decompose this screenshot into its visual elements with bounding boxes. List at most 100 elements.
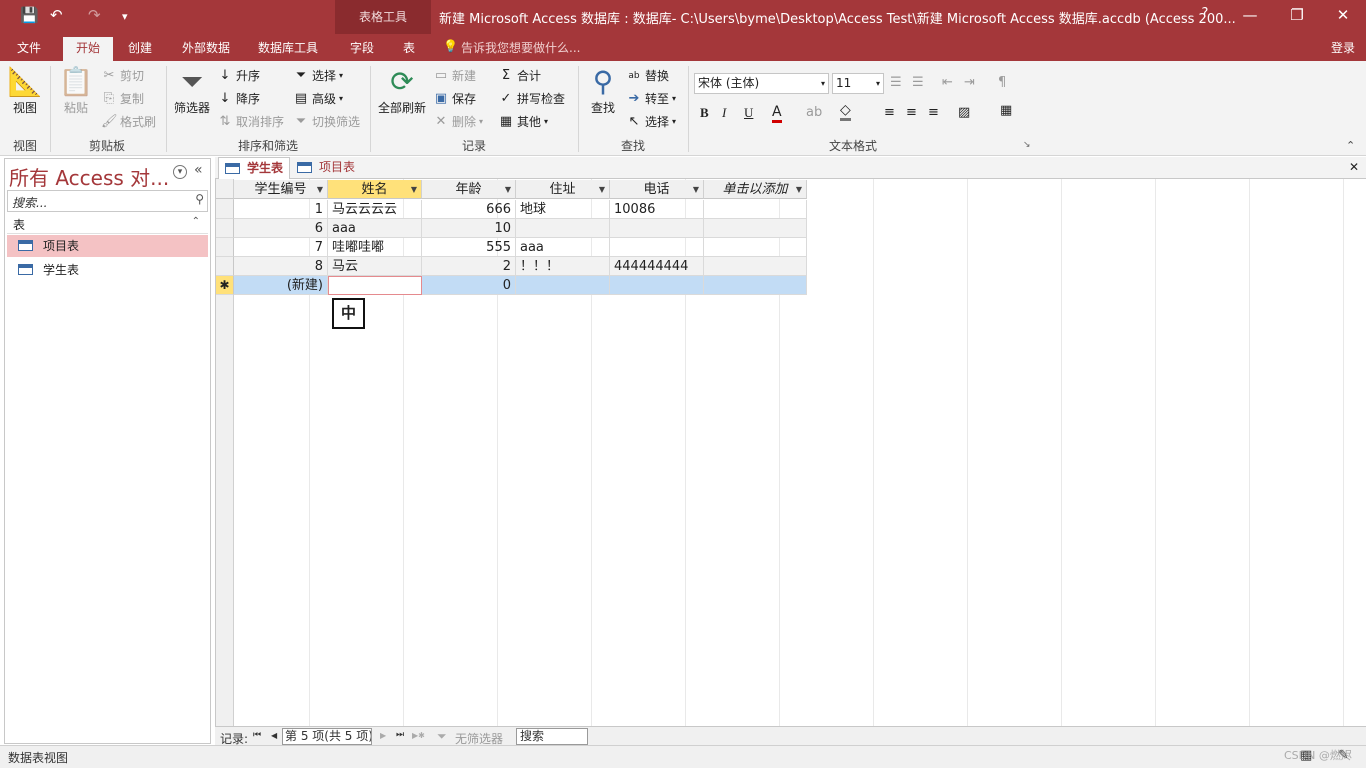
delete-record-button[interactable]: ✕ 删除 ▾: [433, 113, 483, 130]
search-icon[interactable]: ⚲: [195, 192, 204, 206]
column-header-click-to-add[interactable]: 单击以添加 ▼: [704, 180, 807, 199]
doc-tab-student[interactable]: 学生表: [218, 157, 290, 179]
tab-fields[interactable]: 字段: [350, 39, 374, 56]
minimize-button[interactable]: —: [1240, 6, 1260, 24]
save-icon[interactable]: 💾: [20, 6, 39, 24]
chevron-down-icon[interactable]: ▼: [411, 180, 417, 199]
find-button[interactable]: ⚲ 查找: [586, 65, 620, 116]
bold-button[interactable]: B: [700, 105, 709, 121]
rtl-icon[interactable]: ¶: [998, 75, 1006, 90]
selection-filter-button[interactable]: ⏷ 选择 ▾: [293, 67, 343, 84]
nav-pane-title[interactable]: 所有 Access 对...: [9, 162, 169, 191]
goto-button[interactable]: ➔ 转至 ▾: [626, 90, 676, 107]
bullets-icon[interactable]: ☰: [890, 75, 902, 90]
clear-sort-button[interactable]: ⇅ 取消排序: [217, 113, 284, 130]
font-name-select[interactable]: 宋体 (主体) ▾: [694, 73, 829, 94]
new-record-address-cell[interactable]: [516, 276, 610, 295]
table-cell[interactable]: 6: [234, 219, 328, 238]
table-cell[interactable]: 马云: [328, 257, 422, 276]
new-record-phone-cell[interactable]: [610, 276, 704, 295]
align-center-icon[interactable]: ≡: [906, 105, 917, 120]
decrease-indent-icon[interactable]: ⇤: [942, 75, 953, 90]
record-selector[interactable]: [216, 219, 234, 238]
table-cell[interactable]: [610, 219, 704, 238]
new-record-age-cell[interactable]: 0: [422, 276, 516, 295]
next-record-icon[interactable]: ▶: [380, 731, 386, 740]
undo-icon[interactable]: ↶: [50, 6, 63, 24]
column-header-age[interactable]: 年龄 ▼: [422, 180, 516, 199]
chevron-down-icon[interactable]: ▼: [505, 180, 511, 199]
advanced-filter-button[interactable]: ▤ 高级 ▾: [293, 90, 343, 107]
font-color-icon[interactable]: A: [772, 105, 782, 123]
fill-color-icon[interactable]: ◇: [840, 103, 851, 121]
close-document-icon[interactable]: ✕: [1349, 160, 1359, 174]
table-cell[interactable]: 马云云云云: [328, 200, 422, 219]
record-search-input[interactable]: 搜索: [516, 728, 588, 745]
table-cell[interactable]: [704, 200, 807, 219]
nav-menu-dropdown-icon[interactable]: ▾: [173, 165, 187, 179]
table-cell[interactable]: 555: [422, 238, 516, 257]
new-record-name-input[interactable]: [328, 276, 422, 295]
tab-file[interactable]: 文件: [17, 39, 41, 56]
italic-button[interactable]: I: [722, 105, 726, 121]
record-selector[interactable]: [216, 257, 234, 276]
nav-item-student-table[interactable]: 学生表: [7, 259, 208, 281]
current-record-box[interactable]: 第 5 项(共 5 项): [282, 728, 372, 745]
more-button[interactable]: ▦ 其他 ▾: [498, 113, 548, 130]
first-record-icon[interactable]: ⏮: [253, 730, 261, 740]
close-button[interactable]: ✕: [1333, 6, 1353, 24]
align-left-icon[interactable]: ≡: [884, 105, 895, 120]
collapse-ribbon-icon[interactable]: ⌃: [1346, 139, 1355, 152]
table-cell[interactable]: 10086: [610, 200, 704, 219]
restore-button[interactable]: ❐: [1287, 6, 1307, 24]
filter-button[interactable]: ⏷ 筛选器: [172, 65, 212, 116]
table-cell[interactable]: 1: [234, 200, 328, 219]
font-size-select[interactable]: 11 ▾: [832, 73, 884, 94]
select-all-corner[interactable]: [216, 180, 234, 199]
table-cell[interactable]: 地球: [516, 200, 610, 219]
sort-ascending-button[interactable]: ↓ 升序: [217, 67, 260, 84]
select-button[interactable]: ↖ 选择 ▾: [626, 113, 676, 130]
save-record-button[interactable]: ▣ 保存: [433, 90, 476, 107]
tab-home[interactable]: 开始: [63, 37, 113, 61]
new-record-id-cell[interactable]: (新建): [234, 276, 328, 295]
table-cell[interactable]: 666: [422, 200, 516, 219]
underline-button[interactable]: U: [744, 105, 753, 121]
column-header-phone[interactable]: 电话 ▼: [610, 180, 704, 199]
tab-database-tools[interactable]: 数据库工具: [258, 39, 318, 56]
table-cell[interactable]: 2: [422, 257, 516, 276]
nav-search-input[interactable]: 搜索... ⚲: [7, 190, 208, 212]
column-header-address[interactable]: 住址 ▼: [516, 180, 610, 199]
tell-me-box[interactable]: 告诉我您想要做什么...: [461, 39, 580, 56]
record-selector[interactable]: [216, 238, 234, 257]
refresh-all-button[interactable]: ⟳ 全部刷新: [376, 65, 428, 116]
format-painter-button[interactable]: 🖌 格式刷: [101, 113, 156, 130]
view-button[interactable]: 📐 视图: [6, 65, 44, 116]
table-cell[interactable]: [610, 238, 704, 257]
cut-button[interactable]: ✂ 剪切: [101, 67, 144, 84]
new-record-button[interactable]: ▭ 新建: [433, 67, 476, 84]
tab-create[interactable]: 创建: [128, 39, 152, 56]
highlight-icon[interactable]: ab: [806, 105, 822, 120]
chevron-down-icon[interactable]: ▼: [317, 180, 323, 199]
replace-button[interactable]: ab 替换: [626, 67, 669, 84]
table-cell[interactable]: [516, 219, 610, 238]
table-cell[interactable]: 444444444: [610, 257, 704, 276]
column-header-id[interactable]: 学生编号 ▼: [234, 180, 328, 199]
table-cell[interactable]: 7: [234, 238, 328, 257]
shutter-bar-close-icon[interactable]: «: [194, 162, 203, 178]
nav-item-project-table[interactable]: 项目表: [7, 235, 208, 257]
increase-indent-icon[interactable]: ⇥: [964, 75, 975, 90]
table-cell[interactable]: [704, 238, 807, 257]
record-selector[interactable]: [216, 200, 234, 219]
table-cell[interactable]: [704, 257, 807, 276]
numbering-icon[interactable]: ☰: [912, 75, 924, 90]
copy-button[interactable]: ⎘ 复制: [101, 90, 144, 107]
table-cell[interactable]: 8: [234, 257, 328, 276]
tab-table[interactable]: 表: [403, 39, 415, 56]
last-record-icon[interactable]: ⏭: [396, 730, 404, 740]
sort-descending-button[interactable]: ↓ 降序: [217, 90, 260, 107]
new-record-extra-cell[interactable]: [704, 276, 807, 295]
toggle-filter-button[interactable]: ⏷ 切换筛选: [293, 113, 360, 130]
table-cell[interactable]: ！！！: [516, 257, 610, 276]
